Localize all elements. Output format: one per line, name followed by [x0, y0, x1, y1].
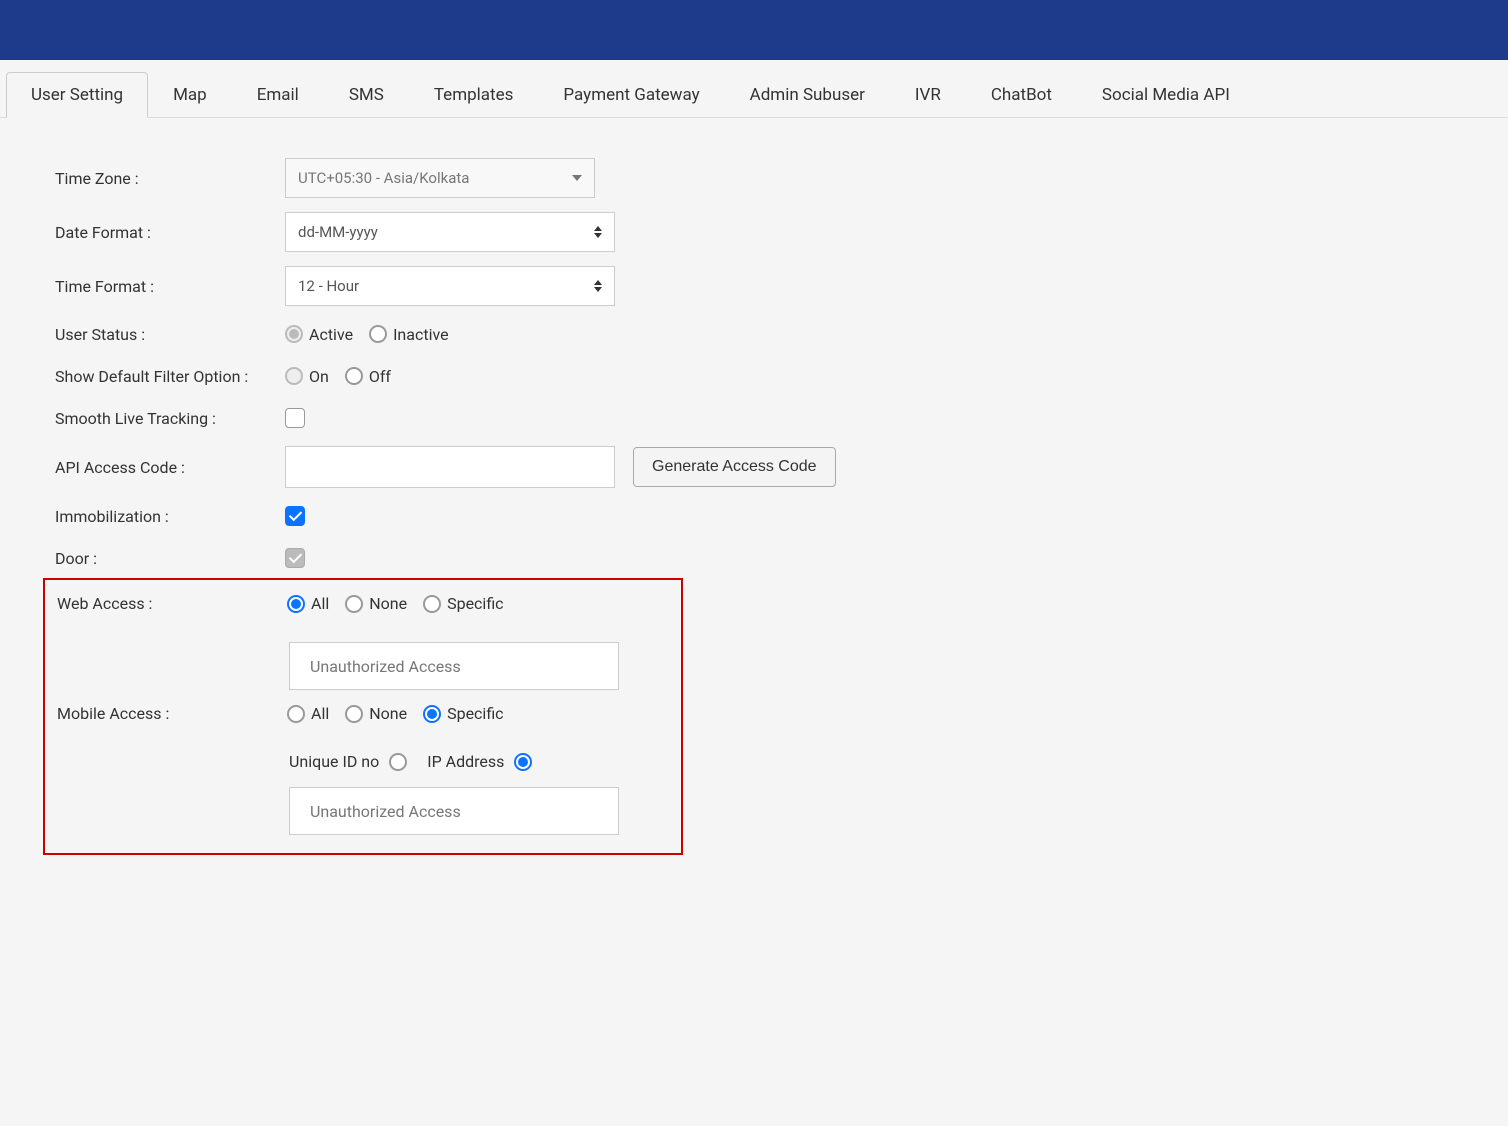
top-header-bar [0, 0, 1508, 60]
api-code-input[interactable] [285, 446, 615, 488]
mobile-access-label: Mobile Access : [55, 704, 287, 723]
web-access-label: Web Access : [55, 594, 287, 613]
mobile-access-specific-radio[interactable]: Specific [423, 704, 503, 723]
door-label: Door : [55, 549, 285, 568]
unique-id-radio[interactable] [389, 753, 407, 771]
mobile-access-all-radio[interactable]: All [287, 704, 329, 723]
web-unauthorized-input[interactable]: Unauthorized Access [289, 642, 619, 690]
status-inactive-text: Inactive [393, 325, 449, 344]
filter-off-text: Off [369, 367, 391, 386]
date-format-value: dd-MM-yyyy [298, 223, 378, 241]
api-code-label: API Access Code : [55, 458, 285, 477]
ip-address-label: IP Address [427, 752, 504, 771]
web-access-all-text: All [311, 594, 329, 613]
mobile-unauthorized-input[interactable]: Unauthorized Access [289, 787, 619, 835]
default-filter-label: Show Default Filter Option : [55, 367, 285, 386]
radio-icon [287, 595, 305, 613]
status-inactive-radio[interactable]: Inactive [369, 325, 449, 344]
sort-icon [594, 226, 602, 238]
door-checkbox [285, 548, 305, 568]
time-format-value: 12 - Hour [298, 277, 359, 295]
smooth-tracking-label: Smooth Live Tracking : [55, 409, 285, 428]
radio-icon [423, 595, 441, 613]
mobile-access-none-radio[interactable]: None [345, 704, 407, 723]
web-access-none-radio[interactable]: None [345, 594, 407, 613]
timezone-label: Time Zone : [55, 169, 285, 188]
filter-off-radio[interactable]: Off [345, 367, 391, 386]
tabs-bar: User Setting Map Email SMS Templates Pay… [0, 60, 1508, 118]
status-active-radio[interactable]: Active [285, 325, 353, 344]
date-format-label: Date Format : [55, 223, 285, 242]
access-highlight-box: Web Access : All None Specific Unauthori… [43, 578, 683, 855]
immobilization-label: Immobilization : [55, 507, 285, 526]
filter-on-radio[interactable]: On [285, 367, 329, 386]
tab-admin-subuser[interactable]: Admin Subuser [725, 72, 890, 117]
radio-icon [389, 753, 407, 771]
tab-user-setting[interactable]: User Setting [6, 72, 148, 118]
smooth-tracking-checkbox[interactable] [285, 408, 305, 428]
mobile-access-specific-text: Specific [447, 704, 503, 723]
radio-icon [345, 595, 363, 613]
web-access-specific-radio[interactable]: Specific [423, 594, 503, 613]
sort-icon [594, 280, 602, 292]
radio-icon [345, 367, 363, 385]
unique-id-label: Unique ID no [289, 752, 379, 771]
radio-icon [285, 325, 303, 343]
ip-address-radio[interactable] [514, 753, 532, 771]
radio-icon [287, 705, 305, 723]
tab-ivr[interactable]: IVR [890, 72, 966, 117]
radio-icon [345, 705, 363, 723]
tab-social-media-api[interactable]: Social Media API [1077, 72, 1255, 117]
web-access-specific-text: Specific [447, 594, 503, 613]
tab-payment-gateway[interactable]: Payment Gateway [538, 72, 724, 117]
chevron-down-icon [572, 175, 582, 181]
radio-icon [369, 325, 387, 343]
immobilization-checkbox[interactable] [285, 506, 305, 526]
tab-map[interactable]: Map [148, 72, 232, 117]
radio-icon [514, 753, 532, 771]
mobile-access-all-text: All [311, 704, 329, 723]
mobile-access-none-text: None [369, 704, 407, 723]
filter-on-text: On [309, 367, 329, 386]
timezone-value: UTC+05:30 - Asia/Kolkata [298, 169, 469, 187]
tab-templates[interactable]: Templates [409, 72, 539, 117]
time-format-select[interactable]: 12 - Hour [285, 266, 615, 306]
tab-sms[interactable]: SMS [324, 72, 409, 117]
tab-email[interactable]: Email [232, 72, 324, 117]
generate-access-code-button[interactable]: Generate Access Code [633, 447, 836, 487]
radio-icon [423, 705, 441, 723]
web-access-all-radio[interactable]: All [287, 594, 329, 613]
date-format-select[interactable]: dd-MM-yyyy [285, 212, 615, 252]
user-status-label: User Status : [55, 325, 285, 344]
settings-form: Time Zone : UTC+05:30 - Asia/Kolkata Dat… [0, 118, 1300, 895]
radio-icon [285, 367, 303, 385]
status-active-text: Active [309, 325, 353, 344]
tab-chatbot[interactable]: ChatBot [966, 72, 1077, 117]
timezone-select[interactable]: UTC+05:30 - Asia/Kolkata [285, 158, 595, 198]
web-access-none-text: None [369, 594, 407, 613]
time-format-label: Time Format : [55, 277, 285, 296]
